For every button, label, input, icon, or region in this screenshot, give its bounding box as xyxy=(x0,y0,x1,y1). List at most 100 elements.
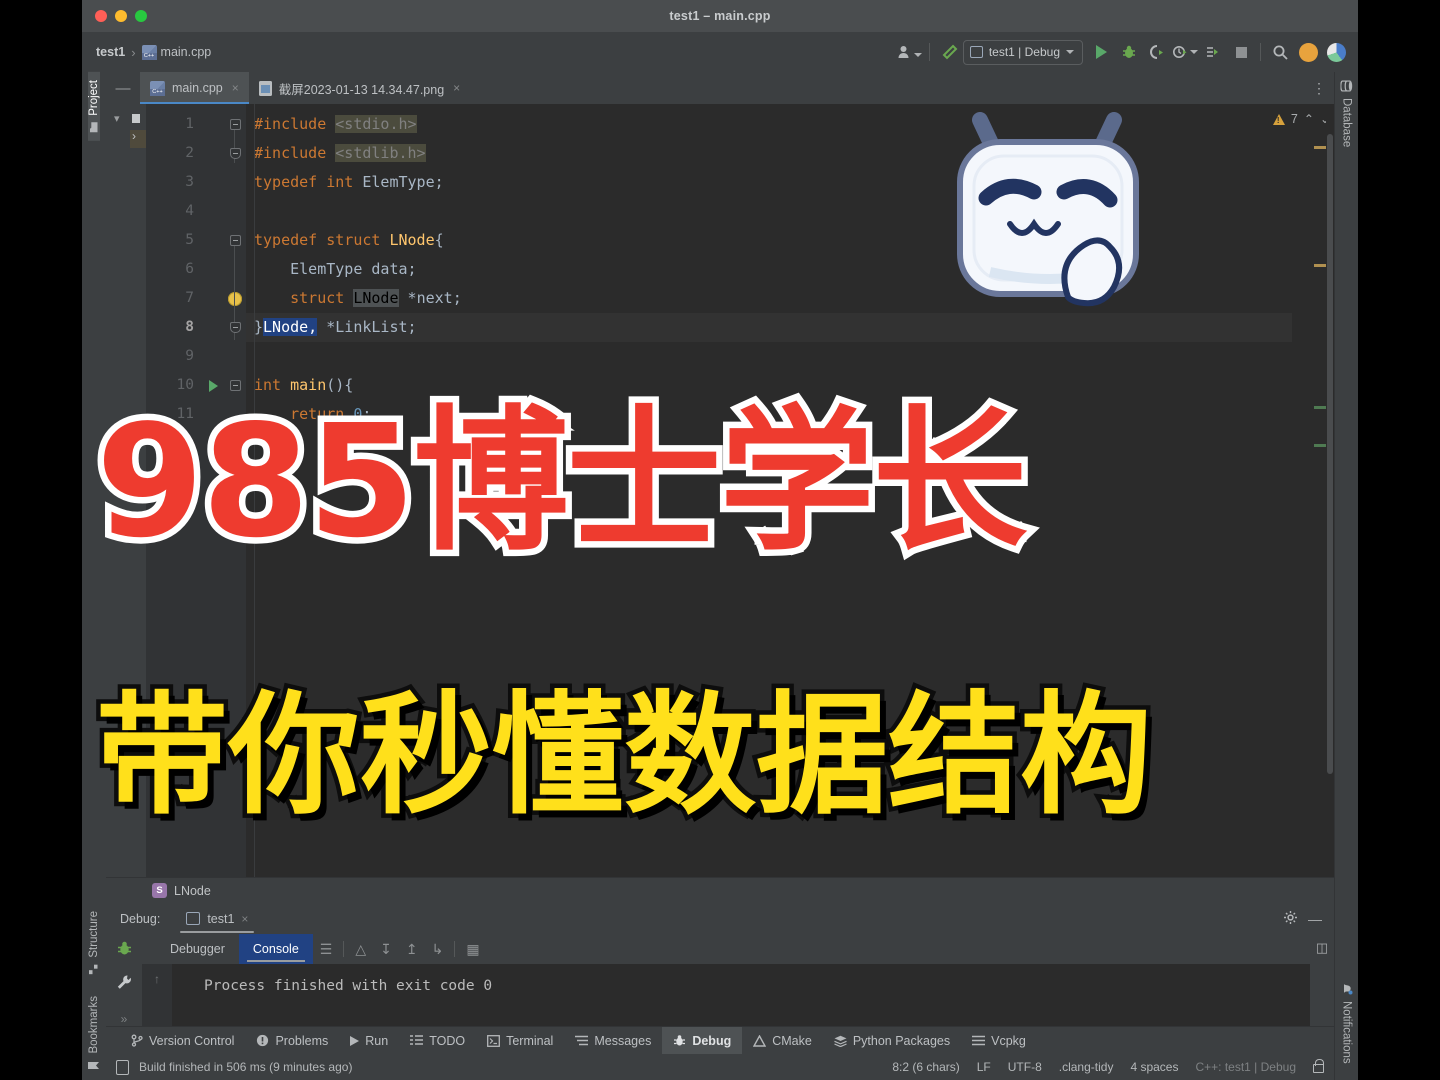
tool-window-label: Debug xyxy=(692,1033,732,1048)
sidebar-item-database[interactable]: Database xyxy=(1340,72,1353,155)
indent-setting[interactable]: 4 spaces xyxy=(1130,1060,1178,1074)
line-number: 9 xyxy=(185,348,194,364)
lock-icon[interactable] xyxy=(1313,1059,1324,1073)
expand-icon[interactable]: » xyxy=(121,1012,128,1026)
line-number: 3 xyxy=(185,174,194,190)
tool-window-cmake[interactable]: CMake xyxy=(742,1027,823,1055)
tool-window-vcpkg[interactable]: Vcpkg xyxy=(961,1027,1037,1055)
line-separator[interactable]: LF xyxy=(977,1060,991,1074)
tool-window-todo[interactable]: TODO xyxy=(399,1027,476,1055)
debug-bug-icon[interactable] xyxy=(116,940,133,962)
code-line-6: ElemType data; xyxy=(290,260,417,278)
soft-wrap-icon[interactable]: ☰ xyxy=(313,941,340,958)
tool-window-label: TODO xyxy=(429,1033,466,1048)
status-left: Build finished in 506 ms (9 minutes ago) xyxy=(116,1059,352,1075)
sidebar-item-notifications[interactable]: Notifications xyxy=(1341,975,1353,1080)
caret-position[interactable]: 8:2 (6 chars) xyxy=(892,1060,959,1074)
run-with-coverage-icon[interactable] xyxy=(1143,38,1171,66)
breadcrumb-project[interactable]: test1 xyxy=(96,45,125,59)
console-scroll-icon[interactable]: ↑ xyxy=(154,972,160,986)
cpp-file-icon xyxy=(141,44,157,60)
main-toolbar: test1 › main.cpp test1 | Debug xyxy=(82,32,1358,72)
screen-root: test1 – main.cpp test1 › main.cpp test1 … xyxy=(0,0,1440,1080)
wrench-icon[interactable] xyxy=(116,974,133,996)
breadcrumb-file[interactable]: main.cpp xyxy=(161,45,212,59)
scroll-top-icon[interactable]: ↥ xyxy=(399,941,425,958)
debug-tabs-bar: Debugger Console ☰ △ ↧ ↥ ↳ ▦ xyxy=(142,934,1310,964)
sidebar-item-bookmarks[interactable]: Bookmarks xyxy=(88,982,100,1080)
debug-icon[interactable] xyxy=(1115,38,1143,66)
tool-window-version-control[interactable]: Version Control xyxy=(120,1027,245,1055)
tool-window-run[interactable]: Run xyxy=(339,1027,399,1055)
console-output-area[interactable]: ↑ Process finished with exit code 0 xyxy=(142,964,1310,1026)
scroll-down-icon[interactable]: ↧ xyxy=(373,941,399,958)
code-line-1: #include <stdio.h> xyxy=(254,115,417,133)
tab-debugger[interactable]: Debugger xyxy=(156,934,239,964)
sidebar-item-project[interactable]: Project xyxy=(88,72,100,141)
attach-process-icon[interactable] xyxy=(1199,38,1227,66)
tool-window-messages[interactable]: Messages xyxy=(564,1027,662,1055)
ai-assistant-icon[interactable] xyxy=(1322,38,1350,66)
sidebar-item-structure[interactable]: Structure xyxy=(88,903,100,983)
console-gutter[interactable]: ↑ xyxy=(142,964,172,1026)
configuration-icon xyxy=(969,46,983,58)
right-tool-rail: Database Notifications xyxy=(1334,72,1358,1080)
more-options-icon[interactable]: ⋮ xyxy=(1304,72,1334,104)
scrollbar-thumb[interactable] xyxy=(1327,134,1333,774)
collapse-tool-window-button[interactable]: — xyxy=(106,72,140,104)
close-icon[interactable]: × xyxy=(232,81,239,95)
active-configuration[interactable]: C++: test1 | Debug xyxy=(1195,1060,1296,1074)
debug-side-rail: » xyxy=(106,934,142,1026)
debug-session-tab[interactable]: test1 × xyxy=(176,903,258,934)
hammer-icon[interactable] xyxy=(935,38,963,66)
inspection-summary[interactable]: 7 ⌃ ⌄ xyxy=(1272,112,1330,126)
update-icon[interactable] xyxy=(1294,38,1322,66)
project-node-row[interactable] xyxy=(130,129,146,148)
inspection-profile[interactable]: .clang-tidy xyxy=(1059,1060,1114,1074)
intention-bulb-icon[interactable] xyxy=(224,284,246,313)
user-icon[interactable] xyxy=(896,38,924,66)
fold-marker[interactable] xyxy=(224,226,246,255)
run-configuration-selector[interactable]: test1 | Debug xyxy=(962,39,1083,65)
minimize-icon[interactable]: — xyxy=(1308,911,1322,927)
tool-window-terminal[interactable]: Terminal xyxy=(476,1027,564,1055)
file-tab-main-cpp[interactable]: main.cpp × xyxy=(140,72,249,104)
gear-icon[interactable] xyxy=(1283,910,1298,928)
debug-header: Debug: test1 × — xyxy=(106,903,1334,934)
tab-console[interactable]: Console xyxy=(238,934,313,964)
file-encoding[interactable]: UTF-8 xyxy=(1008,1060,1042,1074)
close-icon[interactable]: × xyxy=(453,81,460,95)
tool-window-python-packages[interactable]: Python Packages xyxy=(823,1027,961,1055)
editor-breadcrumb[interactable]: S LNode xyxy=(106,877,1334,903)
scroll-up-icon[interactable]: △ xyxy=(348,941,373,958)
fold-marker[interactable] xyxy=(224,110,246,139)
fold-marker[interactable] xyxy=(224,139,246,168)
editor-scrollbar[interactable] xyxy=(1326,104,1334,877)
print-icon[interactable]: ▦ xyxy=(459,941,486,958)
chevron-down-icon[interactable]: ▾ xyxy=(114,112,120,125)
fold-marker[interactable] xyxy=(224,313,246,342)
chevron-up-icon[interactable]: ⌃ xyxy=(1304,112,1314,126)
stop-icon[interactable] xyxy=(1227,38,1255,66)
run-icon[interactable] xyxy=(1087,38,1115,66)
close-icon[interactable]: × xyxy=(241,912,248,926)
scroll-end-icon[interactable]: ↳ xyxy=(425,941,451,958)
file-tab-screenshot-png[interactable]: 截屏2023-01-13 14.34.47.png × xyxy=(249,72,470,104)
layout-icon[interactable]: ◫ xyxy=(1316,940,1328,956)
line-number: 6 xyxy=(185,261,194,277)
build-status-message[interactable]: Build finished in 506 ms (9 minutes ago) xyxy=(139,1060,352,1074)
code-line-2: #include <stdlib.h> xyxy=(254,144,426,162)
tab-label: Debugger xyxy=(170,942,225,956)
status-right: 8:2 (6 chars) LF UTF-8 .clang-tidy 4 spa… xyxy=(892,1059,1324,1074)
profiler-icon[interactable] xyxy=(1171,38,1199,66)
ide-body: Project Structure Bookmarks — main.cpp × xyxy=(82,72,1358,1080)
status-bar: Build finished in 506 ms (9 minutes ago)… xyxy=(106,1054,1334,1080)
tool-window-label: Python Packages xyxy=(852,1033,951,1048)
search-icon[interactable] xyxy=(1266,38,1294,66)
tool-window-label: Vcpkg xyxy=(991,1033,1026,1048)
tool-window-debug[interactable]: Debug xyxy=(662,1026,743,1055)
tool-window-problems[interactable]: Problems xyxy=(245,1027,339,1055)
